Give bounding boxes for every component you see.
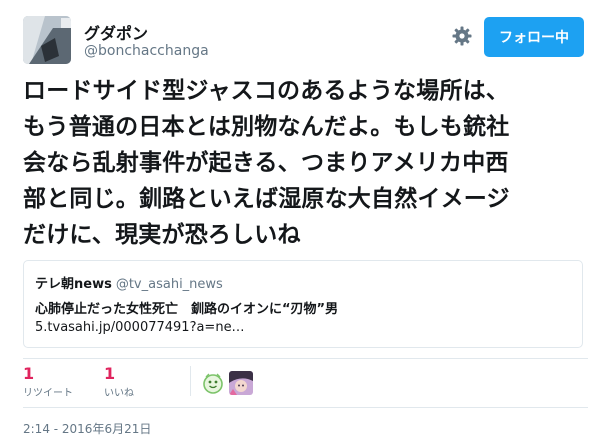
- quoted-tweet-link[interactable]: 5.tvasahi.jp/000077491?a=ne…: [35, 320, 245, 335]
- like-label: いいね: [104, 388, 134, 399]
- retweet-stat[interactable]: 1 リツイート: [23, 364, 73, 399]
- tweet-text: ロードサイド型ジャスコのあるような場所は、 もう普通の日本とは別物なんだよ。もし…: [23, 78, 510, 248]
- quoted-tweet[interactable]: テレ朝news @tv_asahi_news 心肺停止だった女性死亡 釧路のイオン…: [23, 260, 583, 348]
- quoted-tweet-header: テレ朝news @tv_asahi_news: [35, 273, 223, 292]
- display-name[interactable]: グダポン: [84, 20, 148, 44]
- liker-avatar[interactable]: [201, 371, 225, 395]
- retweet-label: リツイート: [23, 388, 73, 399]
- following-button[interactable]: フォロー中: [484, 17, 584, 57]
- divider: [190, 366, 191, 396]
- liker-avatar[interactable]: [229, 371, 253, 395]
- avatar-image: [23, 16, 71, 64]
- user-handle[interactable]: @bonchacchanga: [84, 43, 209, 59]
- tweet-timestamp[interactable]: 2:14 - 2016年6月21日: [23, 420, 151, 437]
- retweet-count: 1: [23, 364, 35, 383]
- divider: [23, 407, 588, 408]
- quoted-tweet-handle: @tv_asahi_news: [115, 277, 223, 292]
- gear-icon[interactable]: [452, 26, 472, 46]
- divider: [23, 358, 588, 359]
- like-stat[interactable]: 1 いいね: [104, 364, 134, 399]
- quoted-tweet-name: テレ朝news: [35, 277, 112, 292]
- like-count: 1: [104, 364, 116, 383]
- quoted-tweet-text: 心肺停止だった女性死亡 釧路のイオンに“刃物”男: [35, 302, 339, 317]
- avatar[interactable]: [23, 16, 71, 64]
